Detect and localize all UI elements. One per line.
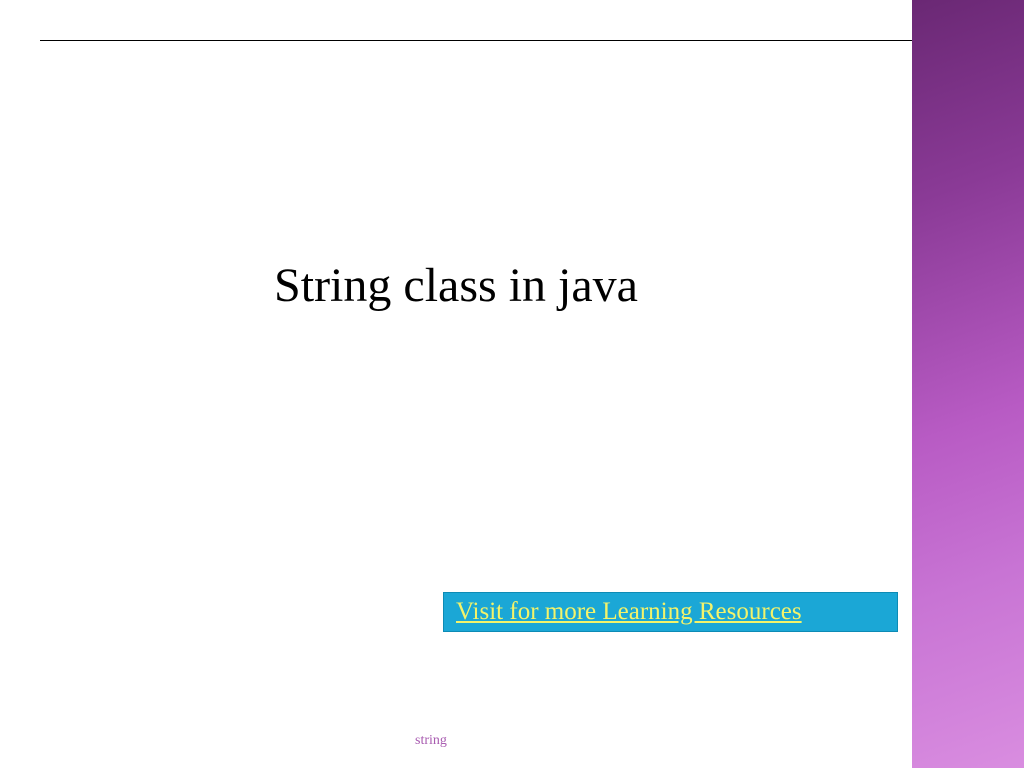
decorative-side-panel: [912, 0, 1024, 768]
learning-resources-link[interactable]: Visit for more Learning Resources: [443, 592, 898, 632]
slide-title: String class in java: [0, 258, 912, 313]
header-divider: [40, 40, 948, 41]
footer-text: string: [415, 733, 447, 749]
link-label: Visit for more Learning Resources: [456, 598, 802, 626]
